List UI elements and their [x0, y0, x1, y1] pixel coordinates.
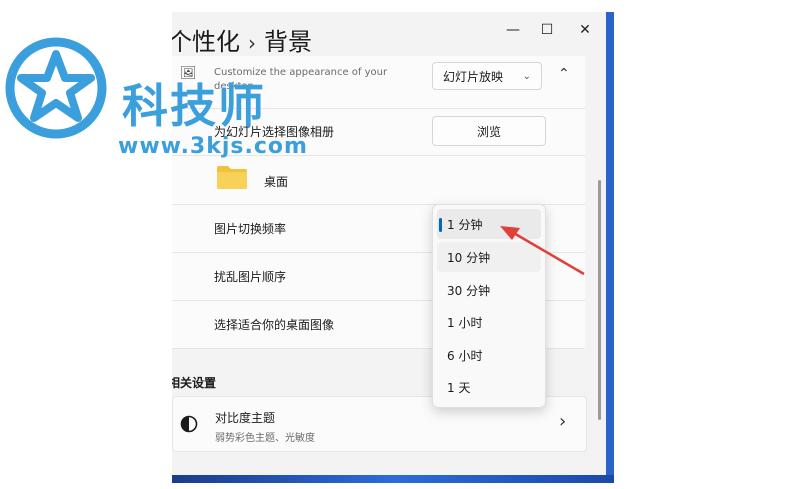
option-1-hour[interactable]: 1 小时 [437, 307, 541, 337]
option-label: 1 天 [447, 380, 471, 395]
option-label: 1 小时 [447, 315, 483, 330]
screenshot: 个性化 › 背景 — ☐ ✕ 🖼 Customize the appearance … [0, 0, 800, 489]
annotation-arrow [500, 226, 585, 276]
folder-icon [217, 166, 247, 189]
scrollbar[interactable] [598, 180, 601, 420]
selection-indicator [439, 218, 442, 232]
minimize-button[interactable]: — [498, 18, 528, 42]
contrast-title: 对比度主题 [215, 411, 276, 425]
option-label: 1 分钟 [447, 217, 483, 232]
option-label: 6 小时 [447, 348, 483, 363]
maximize-button[interactable]: ☐ [532, 18, 562, 42]
chevron-down-icon: ⌄ [522, 70, 531, 82]
watermark-url: www.3kjs.com [118, 134, 308, 159]
chevron-up-icon[interactable]: ⌃ [558, 66, 570, 82]
star-logo-icon [5, 37, 107, 139]
option-label: 30 分钟 [447, 283, 491, 298]
taskbar-edge [172, 475, 614, 483]
contrast-subtitle: 弱势彩色主题、光敏度 [215, 433, 315, 444]
folder-row: 桌面 [172, 156, 585, 205]
desktop-edge [606, 12, 614, 483]
chevron-right-icon: › [559, 411, 567, 432]
contrast-icon [180, 415, 198, 433]
browse-button[interactable]: 浏览 [432, 116, 546, 146]
fit-label: 选择适合你的桌面图像 [214, 318, 335, 332]
close-button[interactable]: ✕ [570, 18, 600, 42]
watermark: 科技师 www.3kjs.com [0, 30, 330, 159]
option-6-hours[interactable]: 6 小时 [437, 340, 541, 370]
related-settings-title: 相关设置 [172, 376, 217, 390]
option-1-day[interactable]: 1 天 [437, 372, 541, 402]
watermark-brand: 科技师 [122, 79, 266, 133]
background-type-value: 幻灯片放映 [443, 69, 504, 84]
background-type-dropdown[interactable]: 幻灯片放映 ⌄ [432, 62, 542, 90]
folder-label: 桌面 [264, 175, 289, 189]
shuffle-label: 扰乱图片顺序 [214, 270, 287, 284]
option-label: 10 分钟 [447, 250, 491, 265]
interval-label: 图片切换频率 [214, 222, 287, 236]
